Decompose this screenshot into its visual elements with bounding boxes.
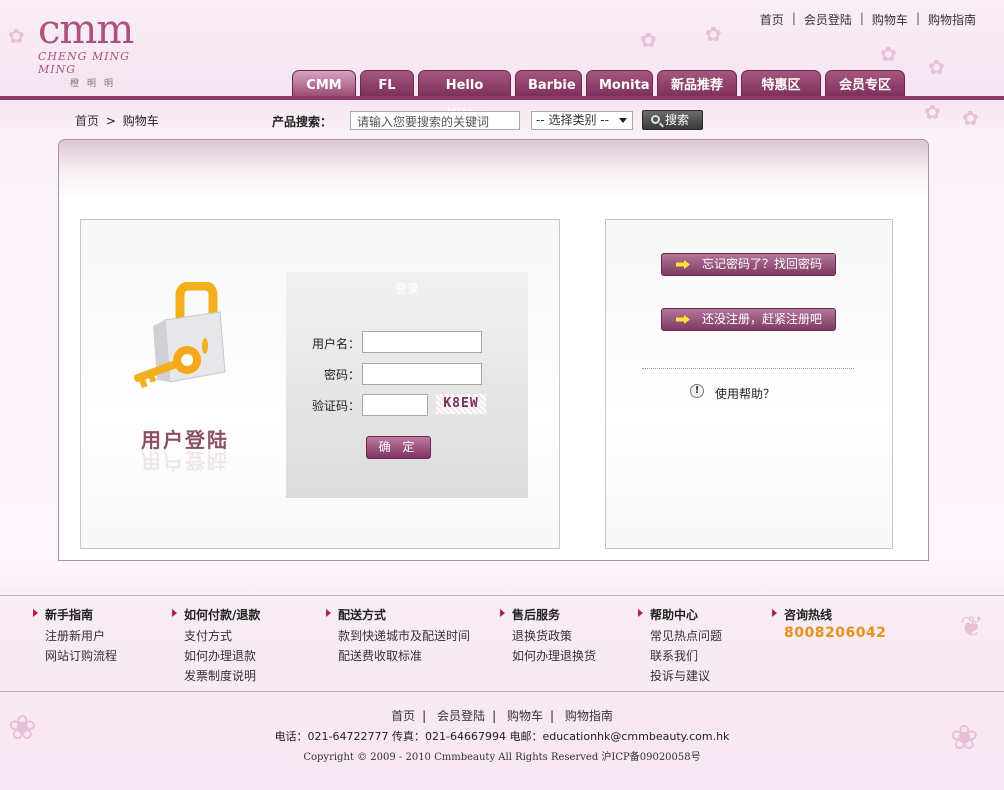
footer-link-contact[interactable]: 联系我们 [638,649,722,663]
footer-column-title: 售后服务 [500,606,596,623]
footer-column-help: 帮助中心 常见热点问题 联系我们 投诉与建议 [638,606,722,683]
chevron-down-icon [619,118,627,123]
flower-decoration: ❦ [960,610,984,643]
tab-barbie[interactable]: Barbie [515,70,582,97]
tab-cmm[interactable]: CMM [292,70,356,97]
footer-column-title: 帮助中心 [638,606,722,623]
footer-column-title: 配送方式 [326,606,470,623]
search-icon [651,115,660,124]
footer-divider-top [0,595,1004,596]
footer-column-payment: 如何付款/退款 支付方式 如何办理退款 发票制度说明 [172,606,260,683]
footer-link-delivery-fee[interactable]: 配送费收取标准 [326,649,470,663]
footer-column-newbie: 新手指南 注册新用户 网站订购流程 [33,606,117,663]
exclamation-icon: ! [690,384,704,398]
register-button[interactable]: 还没注册，赶紧注册吧 [661,308,836,331]
arrow-right-icon [676,315,690,324]
header-bar [0,96,1004,100]
footer-link-refund[interactable]: 如何办理退款 [172,649,260,663]
footer-link-payment-methods[interactable]: 支付方式 [172,629,260,643]
password-input[interactable] [362,363,482,385]
flower-decoration: ✿ [962,106,979,130]
username-label: 用户名： [311,337,360,351]
search-input[interactable]: 请输入您要搜索的关键词 [350,111,520,130]
footer-column-title: 新手指南 [33,606,117,623]
search-button-label: 搜索 [665,113,690,127]
top-nav-login[interactable]: 会员登陆 [804,11,852,28]
divider [642,368,854,369]
contact-info: 电话：021-64722777 传真：021-64667994 电邮：educa… [274,730,730,743]
footer-column-title: 咨询热线 [772,606,832,623]
captcha-label: 验证码： [311,399,360,413]
category-select[interactable]: -- 选择类别 -- [531,111,633,130]
footer-column-delivery: 配送方式 款到快递城市及配送时间 配送费收取标准 [326,606,470,663]
breadcrumb-home[interactable]: 首页 [75,114,99,128]
forgot-password-label: 忘记密码了？找回密码 [702,257,823,271]
password-label: 密码： [323,368,360,382]
flower-decoration: ✿ [640,28,657,52]
footer-nav-cart[interactable]: 购物车 [507,709,543,723]
search-label: 产品搜索： [272,115,333,129]
main-tabs: CMM FL Hello Kitty Barbie Monita 新品推荐 特惠… [292,70,905,122]
footer-divider-bottom [0,691,1004,692]
hotline-number: 8008206042 [784,625,887,641]
captcha-input[interactable] [362,394,428,416]
logo[interactable]: cmm CHENG MING MING 橙明明 [38,7,158,89]
arrow-right-icon [676,260,690,269]
footer-nav: 首页 | 会员登陆 | 购物车 | 购物指南 [391,709,613,723]
tab-hello-kitty[interactable]: Hello Kitty [418,70,511,122]
search-button[interactable]: 搜索 [642,110,703,130]
top-nav: 首页 | 会员登陆 | 购物车 | 购物指南 [759,11,976,28]
lock-key-icon [133,282,226,389]
flower-decoration: ✿ [880,42,897,66]
tab-monita[interactable]: Monita [586,70,653,97]
footer-link-complaints[interactable]: 投诉与建议 [638,669,722,683]
forgot-password-button[interactable]: 忘记密码了？找回密码 [661,253,836,276]
category-select-value: -- 选择类别 -- [536,113,609,127]
top-nav-home[interactable]: 首页 [760,11,784,28]
footer-column-aftersales: 售后服务 退换货政策 如何办理退换货 [500,606,596,663]
breadcrumb-separator: > [105,114,116,128]
login-form: 登录 [286,272,528,498]
tab-specials[interactable]: 特惠区 [741,70,821,97]
footer-link-order-process[interactable]: 网站订购流程 [33,649,117,663]
footer-nav-guide[interactable]: 购物指南 [565,709,613,723]
footer-link-register[interactable]: 注册新用户 [33,629,117,643]
breadcrumb-current: 购物车 [122,114,159,128]
flower-decoration: ✿ [8,24,25,48]
tab-fl[interactable]: FL [360,70,414,97]
tab-new-products[interactable]: 新品推荐 [657,70,737,97]
breadcrumb: 首页 > 购物车 [75,112,159,129]
footer-nav-login[interactable]: 会员登陆 [437,709,485,723]
flower-decoration: ✿ [928,55,945,79]
footer-nav-home[interactable]: 首页 [391,709,415,723]
footer-column-title: 如何付款/退款 [172,606,260,623]
footer-link-invoice[interactable]: 发票制度说明 [172,669,260,683]
register-label: 还没注册，赶紧注册吧 [702,312,823,326]
flower-decoration: ✿ [924,100,941,124]
flower-decoration: ✿ [705,22,722,46]
logo-cn: 橙明明 [70,79,122,89]
footer-column-hotline: 咨询热线 [772,606,832,623]
footer-link-faq[interactable]: 常见热点问题 [638,629,722,643]
help-link[interactable]: 使用帮助？ [715,385,775,402]
login-submit-button[interactable]: 确 定 [366,436,431,459]
top-nav-cart[interactable]: 购物车 [872,11,908,28]
captcha-image[interactable]: K8EW [436,394,486,414]
logo-text: cmm [38,7,134,53]
footer-link-return-policy[interactable]: 退换货政策 [500,629,596,643]
footer-link-return-process[interactable]: 如何办理退换货 [500,649,596,663]
footer-link-delivery-time[interactable]: 款到快递城市及配送时间 [326,629,470,643]
username-input[interactable] [362,331,482,353]
login-title-reflection: 用户登陆 [141,449,229,473]
top-nav-guide[interactable]: 购物指南 [928,11,976,28]
tab-members[interactable]: 会员专区 [825,70,905,97]
logo-subtext: CHENG MING MING [38,50,130,76]
login-form-header: 登录 [394,282,419,296]
copyright: Copyright © 2009 - 2010 Cmmbeauty All Ri… [303,752,701,763]
